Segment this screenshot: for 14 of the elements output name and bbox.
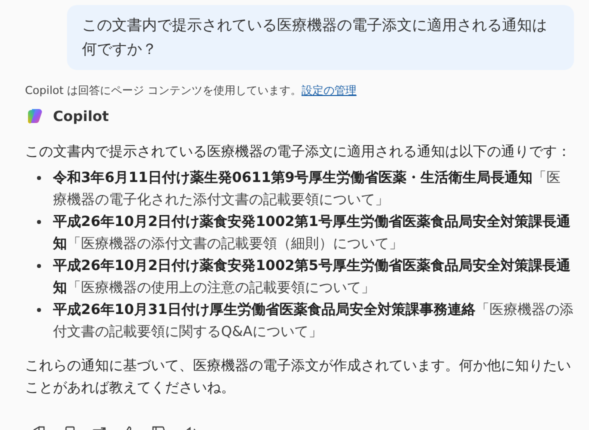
bullet-icon: [37, 308, 41, 312]
notice-item: 平成26年10月2日付け薬食安発1002第1号厚生労働省医薬食品局安全対策課長通知「医療機器の添付文書の記載要領（細則）について」: [53, 212, 572, 254]
notice-item: 平成26年10月31日付け厚生労働省医薬食品局安全対策課事務連絡「医療機器の添付文書の記載要領に関するQ&Aについて」: [53, 300, 574, 342]
response-closing: これらの通知に基づいて、医療機器の電子添文が作成されています。何か他に知りたいことがあれば教えてくださいね。: [25, 357, 572, 398]
response-intro: この文書内で提示されている医療機器の電子添文に適用される通知は以下の通りです：: [25, 143, 572, 162]
bullet-icon: [37, 220, 41, 224]
settings-link[interactable]: 設定の管理: [302, 83, 357, 98]
notice-item: 平成26年10月2日付け薬食安発1002第5号厚生労働省医薬食品局安全対策課長通知「医療機器の使用上の注意の記載要領について」: [53, 256, 572, 298]
notice-item: 令和3年6月11日付け薬生発0611第9号厚生労働省医薬・生活衛生局長通知「医療機器の電子化された添付文書の記載要領について」: [53, 169, 562, 210]
bullet-icon: [37, 264, 41, 268]
bullet-icon: [37, 176, 41, 180]
user-message: この文書内で提示されている医療機器の電子添文に適用される通知は何ですか？: [67, 5, 574, 70]
notice-text: Copilot は回答にページ コンテンツを使用しています。: [25, 83, 302, 98]
assistant-name: Copilot: [53, 109, 109, 125]
